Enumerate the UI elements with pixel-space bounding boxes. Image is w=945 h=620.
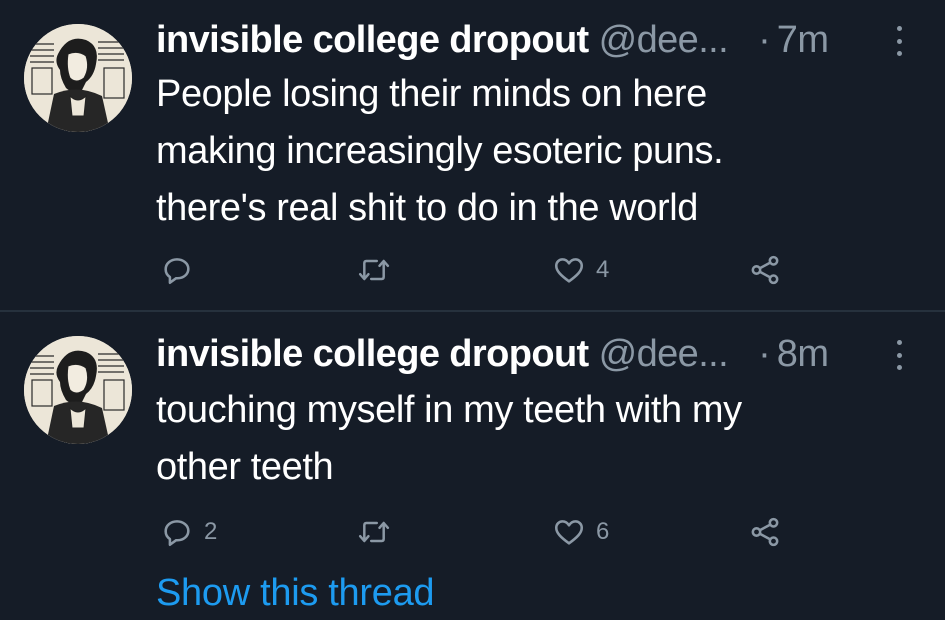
author-name[interactable]: invisible college dropout: [156, 333, 589, 376]
timestamp[interactable]: 7m: [777, 19, 829, 62]
more-options-icon[interactable]: [891, 26, 907, 56]
like-count: 4: [596, 256, 610, 283]
avatar[interactable]: [24, 24, 132, 132]
tweet[interactable]: invisible college dropout @dee... · 7m P…: [0, 0, 945, 310]
tweet-actions: 4: [0, 250, 945, 290]
tweet-text: People losing their minds on here making…: [156, 73, 724, 229]
author-handle[interactable]: @dee...: [599, 333, 729, 376]
like-icon: [554, 258, 584, 283]
retweet-icon: [358, 259, 390, 281]
author-handle[interactable]: @dee...: [599, 19, 729, 62]
author-name[interactable]: invisible college dropout: [156, 19, 589, 62]
tweet-header: invisible college dropout @dee... · 7m: [156, 16, 925, 64]
reply-button[interactable]: 2: [160, 512, 217, 552]
reply-icon: [164, 520, 190, 547]
share-icon: [751, 517, 779, 547]
retweet-button[interactable]: [356, 512, 392, 552]
separator: ·: [758, 18, 771, 61]
tweet-text: touching myself in my teeth with my othe…: [156, 389, 742, 488]
separator: ·: [758, 332, 771, 375]
like-count: 6: [596, 518, 610, 545]
like-icon: [554, 520, 584, 545]
like-button[interactable]: 4: [552, 250, 609, 290]
timestamp[interactable]: 8m: [777, 333, 829, 376]
reply-icon: [164, 258, 190, 285]
avatar[interactable]: [24, 336, 132, 444]
share-icon: [751, 255, 779, 285]
show-thread-link[interactable]: Show this thread: [156, 572, 435, 615]
more-options-icon[interactable]: [891, 340, 907, 370]
tweet-actions: 2 6: [0, 512, 945, 552]
share-button[interactable]: [748, 512, 782, 552]
reply-button[interactable]: [160, 250, 204, 290]
tweet[interactable]: invisible college dropout @dee... · 8m t…: [0, 312, 945, 620]
tweet-header: invisible college dropout @dee... · 8m: [156, 330, 925, 378]
like-button[interactable]: 6: [552, 512, 609, 552]
reply-count: 2: [204, 518, 218, 545]
retweet-icon: [358, 521, 390, 543]
retweet-button[interactable]: [356, 250, 392, 290]
share-button[interactable]: [748, 250, 782, 290]
